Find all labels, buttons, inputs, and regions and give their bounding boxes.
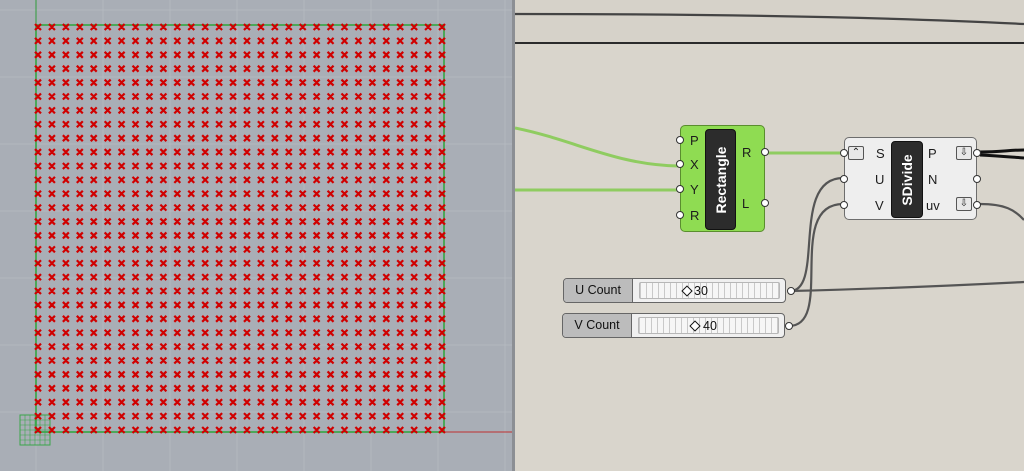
sdivide-input-u: U — [875, 172, 885, 187]
rectangle-output-l: L — [742, 196, 750, 211]
wire-sdivide-uv-out[interactable] — [979, 202, 1024, 221]
rectangle-input-x-grip[interactable] — [676, 160, 684, 168]
rectangle-input-x: X — [690, 157, 699, 172]
sdivide-input-v-grip[interactable] — [840, 201, 848, 209]
wire-layer — [515, 12, 1024, 328]
wire-top[interactable] — [515, 12, 1024, 26]
sdivide-output-p: P — [928, 146, 937, 161]
u-count-track[interactable] — [639, 282, 780, 299]
u-count-output-grip[interactable] — [787, 287, 795, 295]
rectangle-component[interactable]: P X Y R Rectangle R L — [676, 125, 769, 232]
u-count-label: U Count — [564, 279, 633, 302]
graft-icon: ⇩ — [956, 197, 972, 211]
sdivide-output-uv: uv — [926, 198, 940, 213]
sdivide-input-s-grip[interactable] — [840, 149, 848, 157]
sdivide-output-n: N — [928, 172, 938, 187]
u-count-slider[interactable]: U Count 30 — [563, 278, 795, 303]
wire-sdivide-p-out[interactable] — [979, 148, 1024, 154]
u-count-value: 30 — [694, 284, 708, 298]
wire-ucount-to-sdivide-u[interactable] — [789, 176, 844, 293]
rectangle-input-p-grip[interactable] — [676, 136, 684, 144]
rectangle-output-r: R — [742, 145, 752, 160]
rectangle-input-r-grip[interactable] — [676, 211, 684, 219]
viewport-drawing — [0, 0, 513, 471]
rectangle-curve — [35, 24, 445, 433]
reparameterize-icon: ⌃ — [848, 146, 864, 160]
rectangle-input-p: P — [690, 133, 699, 148]
v-count-label: V Count — [563, 314, 632, 337]
sdivide-output-n-grip[interactable] — [973, 175, 981, 183]
wire-ucount-out[interactable] — [789, 280, 1024, 293]
rectangle-output-l-grip[interactable] — [761, 199, 769, 207]
sdivide-title: SDivide — [899, 153, 915, 206]
sdivide-component[interactable]: ⌃ S U V SDivide P N uv ⇩ ⇩ — [840, 137, 981, 220]
grasshopper-canvas[interactable]: P X Y R Rectangle R L ⌃ S U V SDivide P … — [515, 0, 1024, 471]
rectangle-input-r: R — [690, 208, 700, 223]
rectangle-input-y-grip[interactable] — [676, 185, 684, 193]
wire-to-rectangle-x[interactable] — [515, 126, 680, 168]
sdivide-input-s: S — [876, 146, 885, 161]
rectangle-name-bar: Rectangle — [705, 129, 736, 230]
sdivide-output-uv-grip[interactable] — [973, 201, 981, 209]
point-markers — [34, 23, 446, 434]
v-count-value: 40 — [703, 319, 717, 333]
sdivide-input-v: V — [875, 198, 884, 213]
rectangle-output-r-grip[interactable] — [761, 148, 769, 156]
sdivide-input-u-grip[interactable] — [840, 175, 848, 183]
rectangle-title: Rectangle — [712, 146, 729, 213]
sdivide-output-p-grip[interactable] — [973, 149, 981, 157]
v-count-output-grip[interactable] — [785, 322, 793, 330]
wire-sdivide-p-out[interactable] — [979, 153, 1024, 160]
graft-icon: ⇩ — [956, 146, 972, 160]
rhino-viewport[interactable] — [0, 0, 513, 471]
sdivide-name-bar: SDivide — [891, 141, 923, 218]
wire-vcount-to-sdivide-v[interactable] — [788, 202, 844, 328]
v-count-slider[interactable]: V Count 40 — [562, 313, 793, 338]
rectangle-input-y: Y — [690, 182, 699, 197]
